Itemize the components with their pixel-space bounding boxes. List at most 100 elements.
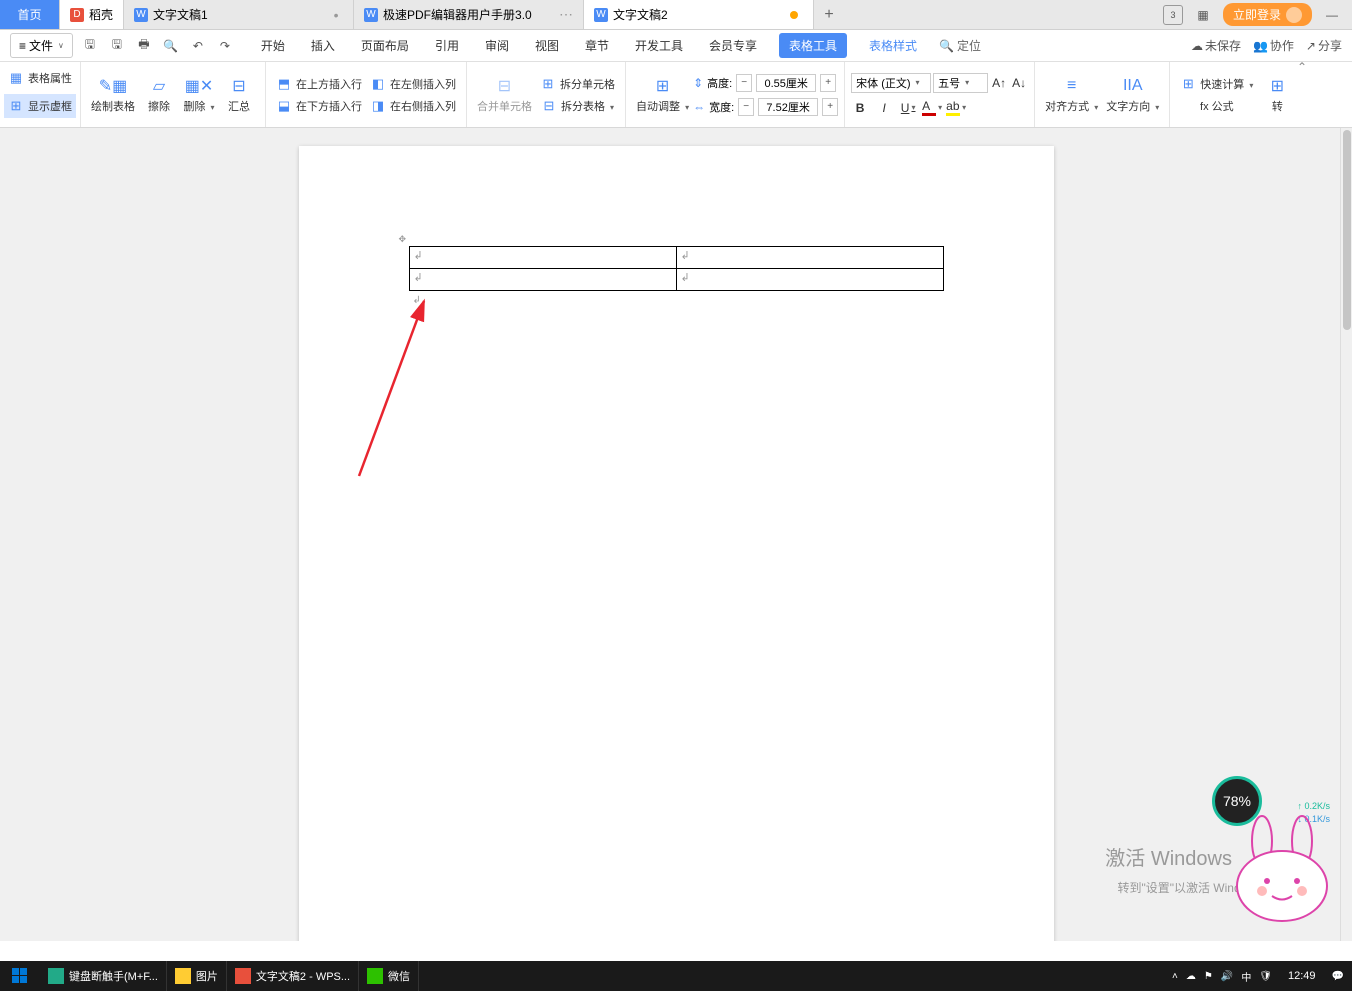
- lbl: 拆分表格 ▾: [561, 98, 614, 114]
- insert-row-above-button[interactable]: ⬒在上方插入行: [272, 74, 366, 94]
- task-item[interactable]: 图片: [167, 961, 227, 991]
- tab-review[interactable]: 审阅: [481, 33, 513, 58]
- calc-icon: ⊞: [1180, 76, 1196, 92]
- undo-icon[interactable]: ↶: [186, 34, 210, 58]
- tray-vol-icon[interactable]: 🔊: [1221, 971, 1233, 982]
- table-row[interactable]: ↲↲: [409, 247, 943, 269]
- shrink-font-icon[interactable]: A↓: [1010, 74, 1028, 92]
- tab-developer[interactable]: 开发工具: [631, 33, 687, 58]
- tab-pdf[interactable]: W极速PDF编辑器用户手册3.0⋯: [354, 0, 584, 29]
- group-align: ≡对齐方式 ▾ IIA文字方向 ▾: [1035, 62, 1170, 127]
- grow-font-icon[interactable]: A↑: [990, 74, 1008, 92]
- insert-col-left-button[interactable]: ◧在左侧插入列: [366, 74, 460, 94]
- unsaved-button[interactable]: ☁ 未保存: [1191, 37, 1241, 54]
- table-properties-button[interactable]: ▦表格属性: [4, 66, 76, 90]
- tray-notif-icon[interactable]: 💬: [1332, 971, 1344, 982]
- tab-page-layout[interactable]: 页面布局: [357, 33, 413, 58]
- collapse-ribbon-icon[interactable]: ⌃: [1297, 60, 1307, 74]
- italic-button[interactable]: I: [875, 99, 893, 117]
- tray-ime-icon[interactable]: 中: [1241, 969, 1251, 984]
- chevron-down-icon: ▾: [962, 103, 966, 112]
- align-button[interactable]: ≡对齐方式 ▾: [1041, 74, 1102, 116]
- width-input[interactable]: [758, 98, 818, 116]
- convert-button[interactable]: ⊞转: [1257, 74, 1297, 116]
- font-color-button[interactable]: A▾: [923, 99, 941, 117]
- document-table[interactable]: ↲↲ ↲↲: [409, 246, 944, 291]
- tray-security-icon[interactable]: 🛡: [1259, 971, 1272, 982]
- tab-references[interactable]: 引用: [431, 33, 463, 58]
- height-input[interactable]: [756, 74, 816, 92]
- speed-widget[interactable]: 78%: [1212, 776, 1262, 826]
- save-as-icon[interactable]: 🖫: [105, 34, 129, 58]
- task-item[interactable]: 键盘断触手(M+F...: [40, 961, 167, 991]
- font-size-select[interactable]: 五号▾: [933, 73, 988, 93]
- minimize-icon[interactable]: —: [1322, 5, 1342, 25]
- find-position[interactable]: 🔍 定位: [939, 33, 981, 58]
- insert-col-right-button[interactable]: ◨在右侧插入列: [366, 96, 460, 116]
- merge-cells-button[interactable]: ⊟合并单元格: [473, 74, 536, 116]
- table-cell[interactable]: ↲: [676, 269, 943, 291]
- quick-calc-button[interactable]: ⊞快速计算 ▾: [1176, 74, 1257, 94]
- split-table-button[interactable]: ⊟拆分表格 ▾: [536, 96, 619, 116]
- tray-flag-icon[interactable]: ⚑: [1204, 971, 1213, 982]
- show-gridlines-button[interactable]: ⊞显示虚框: [4, 94, 76, 118]
- tab-home[interactable]: 首页: [0, 0, 60, 29]
- document-area[interactable]: ✥ ↲↲ ↲↲ ↲: [0, 128, 1352, 941]
- underline-button[interactable]: U▾: [899, 99, 917, 117]
- tab-daoke[interactable]: D稻壳: [60, 0, 124, 29]
- split-cell-button[interactable]: ⊞拆分单元格: [536, 74, 619, 94]
- draw-table-button[interactable]: ✎▦绘制表格: [87, 74, 139, 116]
- print-icon[interactable]: 🖶: [132, 34, 156, 58]
- font-name-select[interactable]: 宋体 (正文)▾: [851, 73, 931, 93]
- redo-icon[interactable]: ↷: [213, 34, 237, 58]
- speed-rates: ↑ 0.2K/s↓ 0.1K/s: [1297, 800, 1330, 826]
- highlight-button[interactable]: ab▾: [947, 99, 965, 117]
- tab-pdf-label: 极速PDF编辑器用户手册3.0: [383, 6, 532, 23]
- new-tab-button[interactable]: +: [814, 0, 844, 29]
- table-row[interactable]: ↲↲: [409, 269, 943, 291]
- save-icon[interactable]: 🖫: [78, 34, 102, 58]
- file-menu[interactable]: ≡ 文件 ∨: [10, 33, 73, 58]
- height-minus[interactable]: −: [736, 74, 752, 92]
- clock[interactable]: 12:49: [1280, 970, 1324, 982]
- tab-table-style[interactable]: 表格样式: [865, 33, 921, 58]
- share-button[interactable]: ↗ 分享: [1306, 37, 1342, 54]
- login-button[interactable]: 立即登录: [1223, 3, 1312, 26]
- tray-cloud-icon[interactable]: ☁: [1186, 971, 1196, 982]
- height-plus[interactable]: +: [820, 74, 836, 92]
- print-preview-icon[interactable]: 🔍: [159, 34, 183, 58]
- eraser-button[interactable]: ▱擦除: [139, 74, 179, 116]
- formula-button[interactable]: fx 公式: [1176, 96, 1257, 116]
- summary-button[interactable]: ⊟汇总: [219, 74, 259, 116]
- bold-button[interactable]: B: [851, 99, 869, 117]
- tab-doc2-active[interactable]: W文字文稿2: [584, 0, 814, 29]
- table-cell[interactable]: ↲: [676, 247, 943, 269]
- apps-icon[interactable]: ▦: [1193, 5, 1213, 25]
- delete-button[interactable]: ▦✕删除 ▾: [179, 74, 219, 116]
- tab-insert[interactable]: 插入: [307, 33, 339, 58]
- tab-view[interactable]: 视图: [531, 33, 563, 58]
- tab-section[interactable]: 章节: [581, 33, 613, 58]
- autofit-button[interactable]: ⊞自动调整 ▾: [632, 74, 693, 116]
- task-item[interactable]: 微信: [359, 961, 419, 991]
- chevron-down-icon: ▾: [911, 103, 915, 112]
- coop-button[interactable]: 👥 协作: [1253, 37, 1294, 54]
- tab-member[interactable]: 会员专享: [705, 33, 761, 58]
- tray-up-icon[interactable]: ˄: [1172, 971, 1178, 982]
- insert-left-icon: ◧: [370, 76, 386, 92]
- tab-table-tools[interactable]: 表格工具: [779, 33, 847, 58]
- task-item[interactable]: 文字文稿2 - WPS...: [227, 961, 359, 991]
- tab-start[interactable]: 开始: [257, 33, 289, 58]
- tab-actions-icon[interactable]: ⋯: [559, 8, 573, 22]
- close-icon[interactable]: •: [329, 8, 343, 22]
- tab-doc1[interactable]: W文字文稿1•: [124, 0, 354, 29]
- text-direction-button[interactable]: IIA文字方向 ▾: [1102, 74, 1163, 116]
- start-button[interactable]: [0, 961, 40, 991]
- table-cell[interactable]: ↲: [409, 247, 676, 269]
- badge-icon[interactable]: 3: [1163, 5, 1183, 25]
- insert-row-below-button[interactable]: ⬓在下方插入行: [272, 96, 366, 116]
- width-minus[interactable]: −: [738, 98, 754, 116]
- scrollbar-thumb[interactable]: [1343, 130, 1351, 330]
- vertical-scrollbar[interactable]: [1340, 128, 1352, 941]
- width-plus[interactable]: +: [822, 98, 838, 116]
